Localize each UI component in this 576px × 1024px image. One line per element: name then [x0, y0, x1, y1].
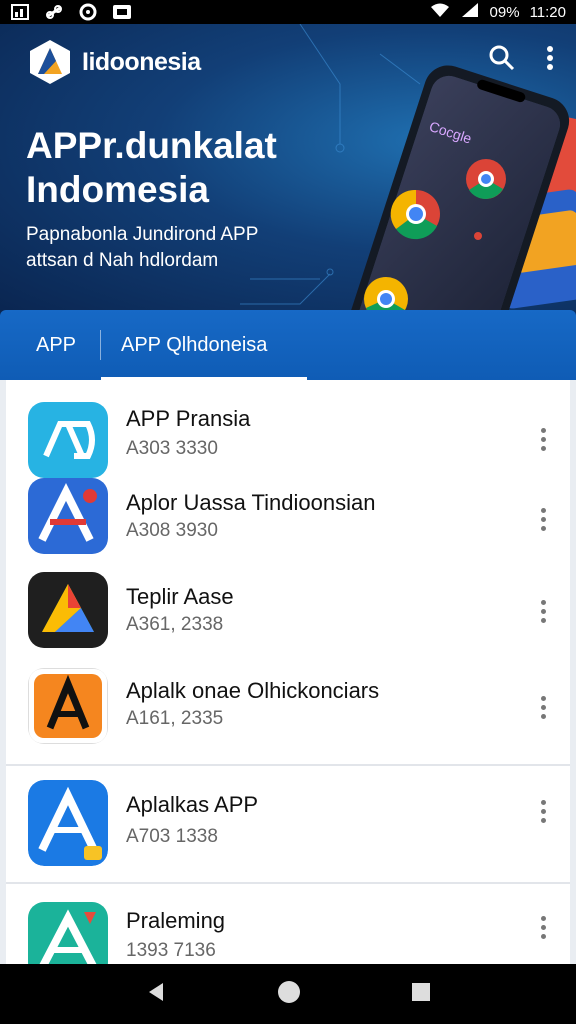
tab-label: APP: [36, 333, 77, 356]
gallery-icon: [10, 4, 30, 20]
divider: [6, 882, 570, 884]
hero-banner: Iidoonesia APPr.dunkalat Indomesia Papna…: [0, 24, 576, 316]
cast-icon: [112, 4, 132, 20]
app-name: Praleming: [126, 908, 226, 933]
circle-app-icon: [78, 3, 98, 21]
brand-name: Iidoonesia: [82, 47, 201, 76]
recents-icon[interactable]: [411, 982, 431, 1007]
tab-label: APP Qlhdoneisa: [121, 333, 268, 356]
app-icon-aplalk: [28, 668, 108, 744]
more-vert-icon[interactable]: [536, 600, 550, 623]
more-vert-icon[interactable]: [536, 696, 550, 719]
phone-illustration: Cocgle: [349, 65, 576, 316]
app-name: Aplalk onae Olhickonciars: [126, 678, 380, 703]
app-icon-teplir: [28, 572, 108, 648]
list-item[interactable]: Praleming 1393 7136: [6, 900, 570, 964]
battery-level: 09%: [489, 3, 520, 21]
status-bar: 09% 11:20: [0, 0, 576, 24]
app-icon-aplalkas: [28, 780, 108, 866]
app-icon-pransia: [28, 402, 108, 478]
list-item[interactable]: Teplir Aase A361, 2338: [6, 572, 570, 652]
app-meta: A361, 2338: [126, 614, 224, 635]
app-meta: 1393 7136: [126, 940, 216, 961]
system-nav-bar: [0, 964, 576, 1024]
signal-icon: [460, 2, 480, 22]
app-name: Aplor Uassa Tindioonsian: [126, 490, 376, 515]
app-name: Teplir Aase: [126, 584, 234, 609]
list-item[interactable]: Aplor Uassa Tindioonsian A308 3930: [6, 476, 570, 556]
list-item[interactable]: Aplalkas APP A703 1338: [6, 780, 570, 866]
tab-bar: APP APP Qlhdoneisa: [0, 310, 576, 380]
wifi-icon: [430, 2, 450, 22]
app-meta: A161, 2335: [126, 708, 224, 729]
link-icon: [44, 4, 64, 20]
app-icon-aplor: [28, 478, 108, 554]
back-icon[interactable]: [145, 981, 167, 1008]
list-item[interactable]: APP Pransia A303 3330: [6, 400, 570, 480]
home-icon[interactable]: [277, 980, 301, 1009]
tab-app[interactable]: APP: [0, 310, 100, 380]
more-vert-icon[interactable]: [536, 916, 550, 939]
app-meta: A303 3330: [126, 438, 218, 459]
divider: [6, 764, 570, 766]
more-vert-icon[interactable]: [536, 800, 550, 823]
app-icon-praleming: [28, 902, 108, 964]
list-item[interactable]: Aplalk onae Olhickonciars A161, 2335: [6, 668, 570, 748]
app-name: APP Pransia: [126, 406, 251, 431]
app-logo[interactable]: Iidoonesia: [26, 38, 201, 86]
tab-app-indonesia[interactable]: APP Qlhdoneisa: [101, 310, 307, 380]
app-list: APP Pransia A303 3330 Aplor Uassa Tindio…: [6, 380, 570, 964]
app-name: Aplalkas APP: [126, 792, 259, 817]
clock: 11:20: [529, 3, 566, 21]
logo-badge-icon: [30, 40, 70, 84]
more-vert-icon[interactable]: [536, 508, 550, 531]
app-meta: A703 1338: [126, 826, 218, 847]
hero-subtitle: Papnabonla Jundirond APP attsan d Nah hd…: [26, 224, 259, 271]
hero-title: APPr.dunkalat Indomesia: [26, 125, 277, 210]
more-vert-icon[interactable]: [536, 428, 550, 451]
app-meta: A308 3930: [126, 520, 218, 541]
